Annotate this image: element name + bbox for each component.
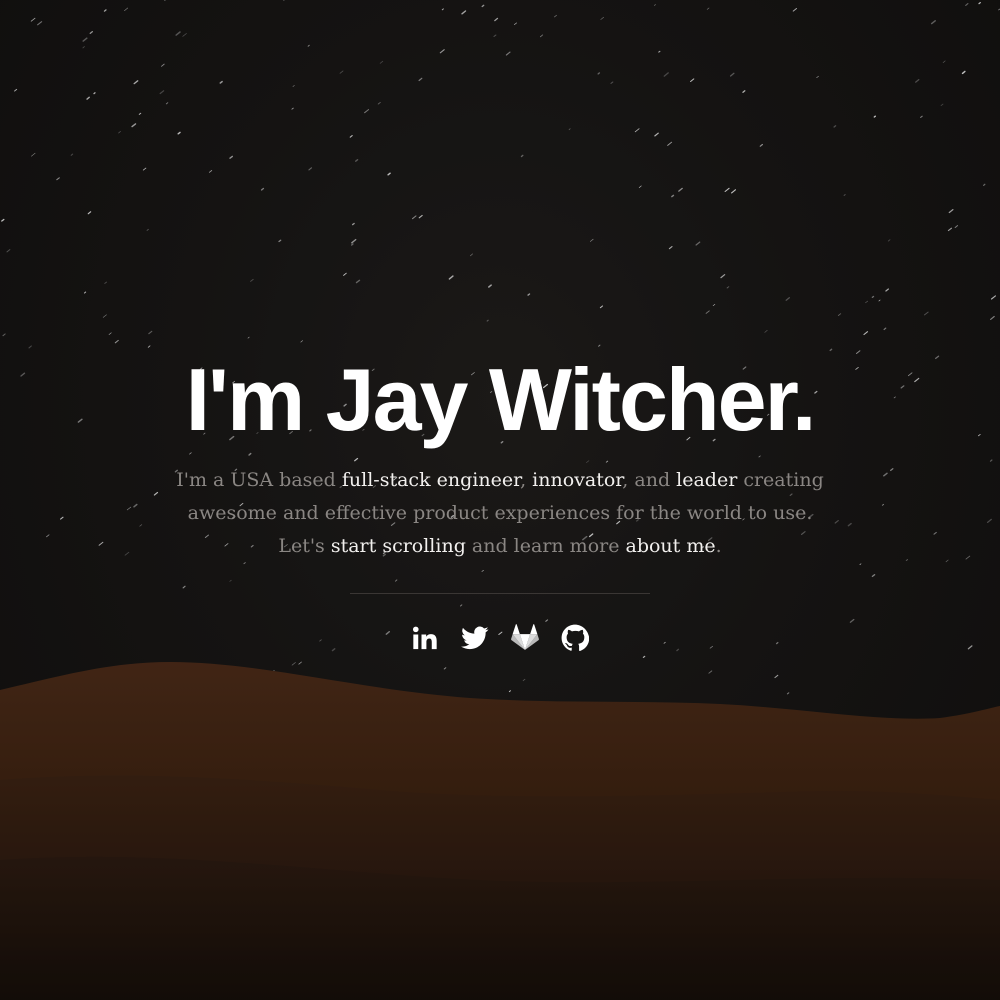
github-icon <box>561 624 590 651</box>
start-scrolling-link[interactable]: start scrolling <box>331 535 466 557</box>
twitter-icon <box>461 626 489 650</box>
role-fullstack-engineer: full-stack engineer <box>341 469 521 491</box>
intro-paragraph: I'm a USA based full-stack engineer, inn… <box>170 464 830 563</box>
gitlab-link[interactable] <box>511 624 539 652</box>
twitter-link[interactable] <box>461 624 489 652</box>
about-me-link[interactable]: about me <box>626 535 716 557</box>
linkedin-link[interactable] <box>411 624 439 652</box>
intro-text: and learn more <box>465 535 626 557</box>
intro-text: I'm a USA based <box>176 469 342 491</box>
hero-section: I'm Jay Witcher. I'm a USA based full-st… <box>0 0 1000 1000</box>
intro-text: , and <box>622 469 677 491</box>
divider <box>350 593 650 594</box>
github-link[interactable] <box>561 624 590 652</box>
social-links <box>0 624 1000 652</box>
gitlab-icon <box>511 624 539 651</box>
linkedin-icon <box>412 626 437 650</box>
headline: I'm Jay Witcher. <box>185 350 817 449</box>
hero-content: I'm Jay Witcher. I'm a USA based full-st… <box>0 350 1000 652</box>
role-innovator: innovator <box>532 469 623 491</box>
role-leader: leader <box>676 469 738 491</box>
intro-text: , <box>520 469 533 491</box>
intro-text: . <box>715 535 722 557</box>
